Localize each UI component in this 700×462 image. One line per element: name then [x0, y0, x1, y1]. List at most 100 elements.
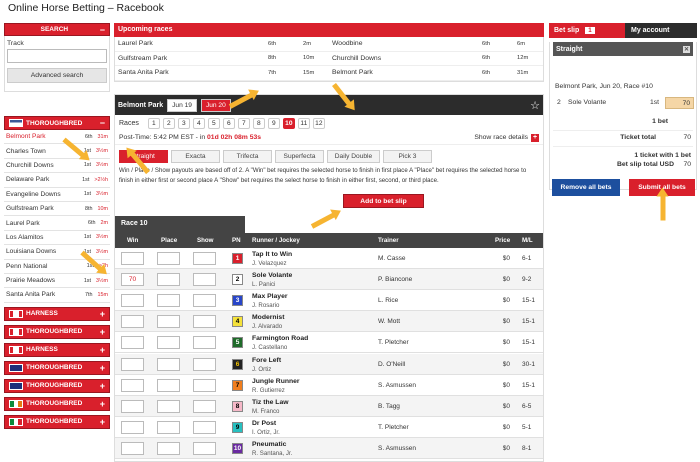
- tab-my-account[interactable]: My account: [625, 23, 697, 38]
- show-input[interactable]: [193, 273, 216, 287]
- race-number-8[interactable]: 8: [252, 117, 265, 129]
- place-input[interactable]: [157, 378, 180, 392]
- win-input[interactable]: 70: [121, 273, 144, 287]
- win-input[interactable]: [121, 315, 144, 329]
- star-icon[interactable]: ☆: [530, 99, 540, 112]
- category-header[interactable]: THOROUGHBRED +: [4, 378, 110, 393]
- win-input[interactable]: [121, 378, 144, 392]
- track-item[interactable]: Santa Anita Park 7th 15m: [4, 288, 110, 303]
- tab-daily-double[interactable]: Daily Double: [327, 150, 380, 163]
- place-input[interactable]: [157, 357, 180, 371]
- race-number-12[interactable]: 12: [312, 117, 325, 129]
- category-header[interactable]: THOROUGHBRED +: [4, 360, 110, 375]
- show-input[interactable]: [193, 294, 216, 308]
- track-item[interactable]: Belmont Park 6th 31m: [4, 130, 110, 145]
- expand-icon[interactable]: +: [100, 399, 105, 409]
- race-number-3[interactable]: 3: [177, 117, 190, 129]
- track-item[interactable]: Laurel Park 6th 2m: [4, 216, 110, 231]
- flag-icon: [9, 363, 23, 372]
- date-jun19[interactable]: Jun 19: [167, 98, 197, 112]
- track-race: 7th: [85, 291, 93, 298]
- place-input[interactable]: [157, 294, 180, 308]
- race-number-2[interactable]: 2: [162, 117, 175, 129]
- tab-exacta[interactable]: Exacta: [171, 150, 220, 163]
- tab-trifecta[interactable]: Trifecta: [223, 150, 272, 163]
- place-input[interactable]: [157, 273, 180, 287]
- show-input[interactable]: [193, 441, 216, 455]
- race-number-10[interactable]: 10: [282, 117, 295, 129]
- show-input[interactable]: [193, 357, 216, 371]
- advanced-search-button[interactable]: Advanced search: [7, 68, 107, 83]
- track-item[interactable]: Los Alamitos 1st 3½m: [4, 231, 110, 246]
- tab-superfecta[interactable]: Superfecta: [275, 150, 324, 163]
- category-header[interactable]: HARNESS +: [4, 342, 110, 357]
- show-input[interactable]: [193, 399, 216, 413]
- win-input[interactable]: [121, 441, 144, 455]
- track-item[interactable]: Churchill Downs 1st 3½m: [4, 159, 110, 174]
- track-item[interactable]: Charles Town1st3½m: [4, 144, 110, 159]
- show-input[interactable]: [193, 378, 216, 392]
- win-input[interactable]: [121, 357, 144, 371]
- upcoming-item[interactable]: Churchill Downs 6th 12m: [329, 55, 543, 62]
- upcoming-item[interactable]: Santa Anita Park 7th 15m: [115, 69, 329, 76]
- win-input[interactable]: [121, 294, 144, 308]
- place-input[interactable]: [157, 336, 180, 350]
- race-number-9[interactable]: 9: [267, 117, 280, 129]
- remove-icon[interactable]: ✕: [683, 45, 690, 53]
- upcoming-item[interactable]: Belmont Park 6th 31m: [329, 69, 543, 76]
- add-to-bet-slip-button[interactable]: Add to bet slip: [343, 194, 424, 208]
- expand-icon[interactable]: +: [100, 363, 105, 373]
- tab-pick-3[interactable]: Pick 3: [383, 150, 432, 163]
- place-input[interactable]: [157, 420, 180, 434]
- track-input[interactable]: [7, 49, 107, 63]
- bet-amount-input[interactable]: 70: [665, 97, 694, 109]
- race-number-7[interactable]: 7: [237, 117, 250, 129]
- category-header[interactable]: THOROUGHBRED +: [4, 396, 110, 411]
- upcoming-item[interactable]: Laurel Park 6th 2m: [115, 40, 329, 47]
- category-header[interactable]: THOROUGHBRED +: [4, 324, 110, 339]
- track-item[interactable]: Delaware Park 1st >2½h: [4, 173, 110, 188]
- upcoming-time: 2m: [303, 40, 312, 47]
- track-item[interactable]: Gulfstream Park 8th 10m: [4, 202, 110, 217]
- flag-icon: [9, 399, 23, 408]
- date-jun20[interactable]: Jun 20: [200, 98, 231, 112]
- expand-icon[interactable]: +: [100, 381, 105, 391]
- track-item[interactable]: Evangeline Downs 1st 3½m: [4, 188, 110, 202]
- win-input[interactable]: [121, 336, 144, 350]
- remove-all-bets-button[interactable]: Remove all bets: [552, 179, 620, 196]
- horse-name: Pneumatic: [252, 440, 287, 448]
- show-input[interactable]: [193, 336, 216, 350]
- search-header[interactable]: SEARCH −: [4, 23, 110, 36]
- place-input[interactable]: [157, 315, 180, 329]
- tab-bet-slip[interactable]: Bet slip 1: [549, 23, 625, 38]
- upcoming-item[interactable]: Gulfstream Park 8th 10m: [115, 55, 329, 62]
- expand-icon[interactable]: +: [100, 327, 105, 337]
- collapse-icon[interactable]: −: [100, 118, 105, 128]
- win-input[interactable]: [121, 420, 144, 434]
- show-input[interactable]: [193, 420, 216, 434]
- place-input[interactable]: [157, 399, 180, 413]
- expand-icon[interactable]: +: [100, 417, 105, 427]
- win-input[interactable]: [121, 252, 144, 265]
- upcoming-item[interactable]: Woodbine 6th 6m: [329, 40, 543, 47]
- category-header[interactable]: HARNESS +: [4, 306, 110, 321]
- show-input[interactable]: [193, 315, 216, 329]
- race-number-1[interactable]: 1: [147, 117, 160, 129]
- upcoming-track: Churchill Downs: [332, 54, 382, 62]
- place-input[interactable]: [157, 252, 180, 265]
- track-item[interactable]: Louisiana Downs 1st 3½m: [4, 245, 110, 260]
- category-header[interactable]: THOROUGHBRED +: [4, 414, 110, 429]
- win-input[interactable]: [121, 399, 144, 413]
- race-number-6[interactable]: 6: [222, 117, 235, 129]
- place-input[interactable]: [157, 441, 180, 455]
- track-item[interactable]: Prairie Meadows 1st 3½m: [4, 274, 110, 289]
- race-number-11[interactable]: 11: [297, 117, 310, 129]
- race-details-link[interactable]: Show race details +: [474, 133, 539, 142]
- collapse-icon[interactable]: −: [100, 25, 105, 35]
- expand-icon[interactable]: +: [100, 309, 105, 319]
- race-number-5[interactable]: 5: [207, 117, 220, 129]
- expand-icon[interactable]: +: [100, 345, 105, 355]
- show-input[interactable]: [193, 252, 216, 265]
- race-number-4[interactable]: 4: [192, 117, 205, 129]
- thoroughbred-header[interactable]: THOROUGHBRED −: [4, 116, 110, 130]
